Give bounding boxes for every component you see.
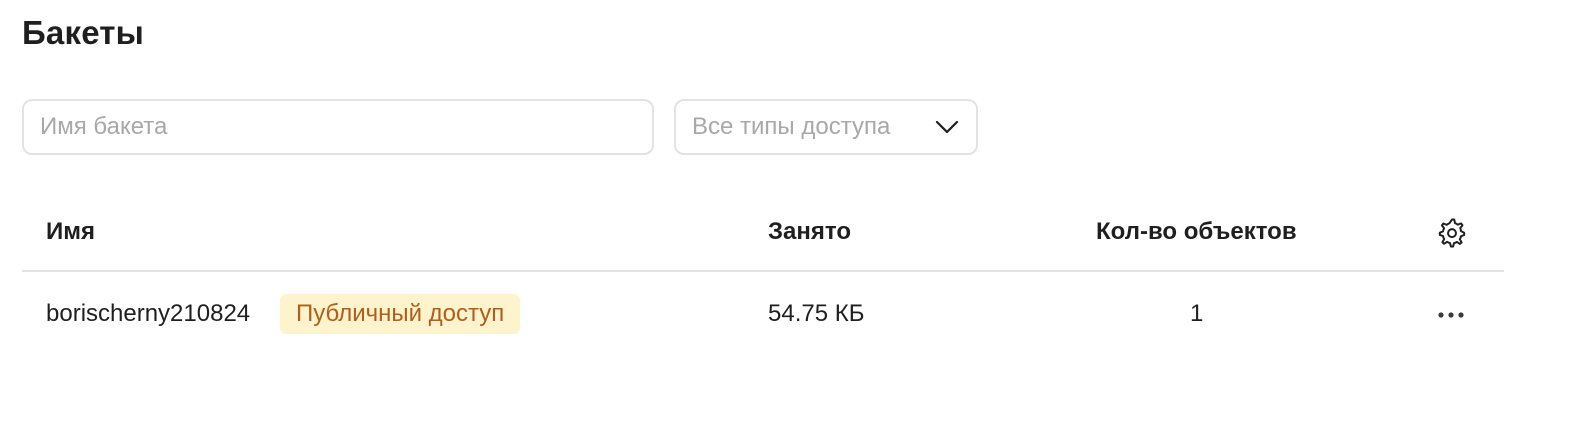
access-type-select-value: Все типы доступа	[692, 113, 891, 140]
column-header-name[interactable]: Имя	[46, 218, 95, 246]
table-row[interactable]: borischerny210824 Публичный доступ 54.75…	[22, 274, 1504, 354]
column-header-object-count[interactable]: Кол-во объектов	[1096, 218, 1297, 246]
public-access-badge: Публичный доступ	[280, 294, 521, 334]
more-horizontal-icon[interactable]	[1434, 298, 1468, 332]
buckets-page: Бакеты Все типы доступа Имя Занято Кол-в…	[0, 0, 1588, 424]
bucket-object-count: 1	[1190, 300, 1204, 327]
bucket-used-size: 54.75 КБ	[768, 300, 865, 327]
page-title: Бакеты	[22, 14, 145, 51]
column-header-used[interactable]: Занято	[768, 218, 851, 246]
bucket-name[interactable]: borischerny210824	[46, 300, 250, 328]
table-header: Имя Занято Кол-во объектов	[22, 200, 1504, 272]
bucket-name-search-input[interactable]	[22, 99, 654, 155]
chevron-down-icon	[934, 114, 960, 140]
gear-icon[interactable]	[1435, 216, 1469, 250]
access-type-select[interactable]: Все типы доступа	[674, 99, 978, 155]
